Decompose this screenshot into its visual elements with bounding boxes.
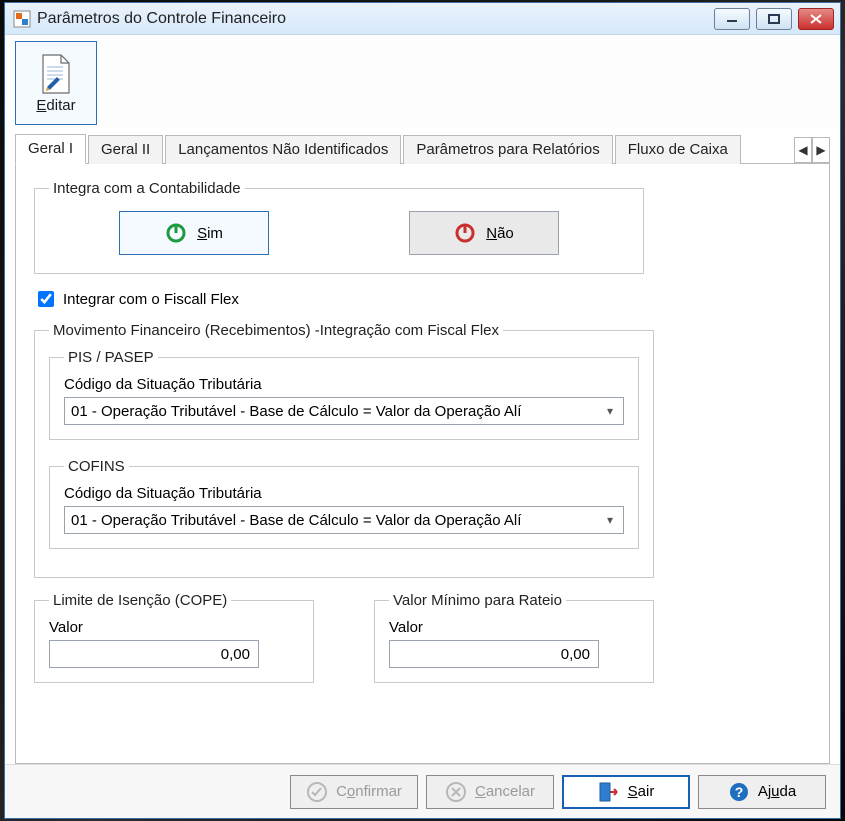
bottom-bar: Confirmar Cancelar Sair ? Ajuda bbox=[5, 764, 840, 818]
chevron-down-icon: ▾ bbox=[601, 513, 619, 527]
integrar-fiscal-flex-label: Integrar com o Fiscall Flex bbox=[63, 291, 239, 308]
nao-button[interactable]: Não bbox=[409, 211, 559, 255]
tab-scroll-left[interactable]: ◀ bbox=[794, 137, 812, 163]
cofins-cst-value: 01 - Operação Tributável - Base de Cálcu… bbox=[71, 512, 601, 529]
tab-lancamentos[interactable]: Lançamentos Não Identificados bbox=[165, 135, 401, 164]
pis-cst-value: 01 - Operação Tributável - Base de Cálcu… bbox=[71, 403, 601, 420]
minimize-button[interactable] bbox=[714, 8, 750, 30]
x-circle-icon bbox=[445, 781, 467, 803]
tab-scroll: ◀ ▶ bbox=[794, 137, 830, 163]
titlebar: Parâmetros do Controle Financeiro bbox=[5, 3, 840, 35]
pis-cst-combo[interactable]: 01 - Operação Tributável - Base de Cálcu… bbox=[64, 397, 624, 425]
sim-button-label: Sim bbox=[197, 225, 223, 242]
cofins-cst-combo[interactable]: 01 - Operação Tributável - Base de Cálcu… bbox=[64, 506, 624, 534]
integrar-fiscal-flex-row[interactable]: Integrar com o Fiscall Flex bbox=[34, 288, 811, 310]
check-circle-icon bbox=[306, 781, 328, 803]
close-button[interactable] bbox=[798, 8, 834, 30]
edit-button-label: Editar bbox=[36, 97, 75, 114]
tab-geral-i[interactable]: Geral I bbox=[15, 134, 86, 164]
group-valor-min-rateio: Valor Mínimo para Rateio Valor bbox=[374, 592, 654, 683]
power-off-icon bbox=[454, 222, 476, 244]
tab-geral-ii[interactable]: Geral II bbox=[88, 135, 163, 164]
ajuda-button[interactable]: ? Ajuda bbox=[698, 775, 826, 809]
valor-rateio-input[interactable] bbox=[389, 640, 599, 668]
confirmar-label: Confirmar bbox=[336, 783, 402, 800]
group-valor-min-rateio-legend: Valor Mínimo para Rateio bbox=[389, 592, 566, 609]
cancelar-label: Cancelar bbox=[475, 783, 535, 800]
group-movimento-financeiro: Movimento Financeiro (Recebimentos) -Int… bbox=[34, 322, 654, 578]
help-icon: ? bbox=[728, 781, 750, 803]
exit-icon bbox=[598, 781, 620, 803]
document-pencil-icon bbox=[39, 53, 73, 95]
ajuda-label: Ajuda bbox=[758, 783, 796, 800]
tab-fluxo-de-caixa[interactable]: Fluxo de Caixa bbox=[615, 135, 741, 164]
pis-field-label: Código da Situação Tributária bbox=[64, 376, 624, 393]
sair-label: Sair bbox=[628, 783, 655, 800]
chevron-down-icon: ▾ bbox=[601, 404, 619, 418]
sair-button[interactable]: Sair bbox=[562, 775, 690, 809]
edit-button[interactable]: Editar bbox=[15, 41, 97, 125]
group-cofins: COFINS Código da Situação Tributária 01 … bbox=[49, 458, 639, 549]
tabstrip: Geral I Geral II Lançamentos Não Identif… bbox=[15, 133, 830, 164]
tab-scroll-right[interactable]: ▶ bbox=[812, 137, 830, 163]
integrar-fiscal-flex-checkbox[interactable] bbox=[38, 291, 54, 307]
limite-isencao-input[interactable] bbox=[49, 640, 259, 668]
group-movimento-financeiro-legend: Movimento Financeiro (Recebimentos) -Int… bbox=[49, 322, 503, 339]
dialog-window: Parâmetros do Controle Financeiro bbox=[4, 2, 841, 819]
sim-button[interactable]: Sim bbox=[119, 211, 269, 255]
limite-isencao-field-label: Valor bbox=[49, 619, 299, 636]
nao-button-label: Não bbox=[486, 225, 514, 242]
cofins-field-label: Código da Situação Tributária bbox=[64, 485, 624, 502]
tab-parametros-relatorios[interactable]: Parâmetros para Relatórios bbox=[403, 135, 612, 164]
toolbar: Editar bbox=[5, 35, 840, 127]
power-on-icon bbox=[165, 222, 187, 244]
group-pis-legend: PIS / PASEP bbox=[64, 349, 158, 366]
group-limite-isencao: Limite de Isenção (COPE) Valor bbox=[34, 592, 314, 683]
svg-text:?: ? bbox=[735, 784, 744, 800]
valor-rateio-field-label: Valor bbox=[389, 619, 639, 636]
app-icon bbox=[13, 10, 31, 28]
group-integra-contabilidade: Integra com a Contabilidade Sim bbox=[34, 180, 644, 274]
window-title: Parâmetros do Controle Financeiro bbox=[37, 10, 714, 28]
maximize-button[interactable] bbox=[756, 8, 792, 30]
confirmar-button: Confirmar bbox=[290, 775, 418, 809]
group-cofins-legend: COFINS bbox=[64, 458, 129, 475]
group-integra-contabilidade-legend: Integra com a Contabilidade bbox=[49, 180, 245, 197]
cancelar-button: Cancelar bbox=[426, 775, 554, 809]
group-pis-pasep: PIS / PASEP Código da Situação Tributári… bbox=[49, 349, 639, 440]
group-limite-isencao-legend: Limite de Isenção (COPE) bbox=[49, 592, 231, 609]
tab-content: Integra com a Contabilidade Sim bbox=[15, 164, 830, 764]
